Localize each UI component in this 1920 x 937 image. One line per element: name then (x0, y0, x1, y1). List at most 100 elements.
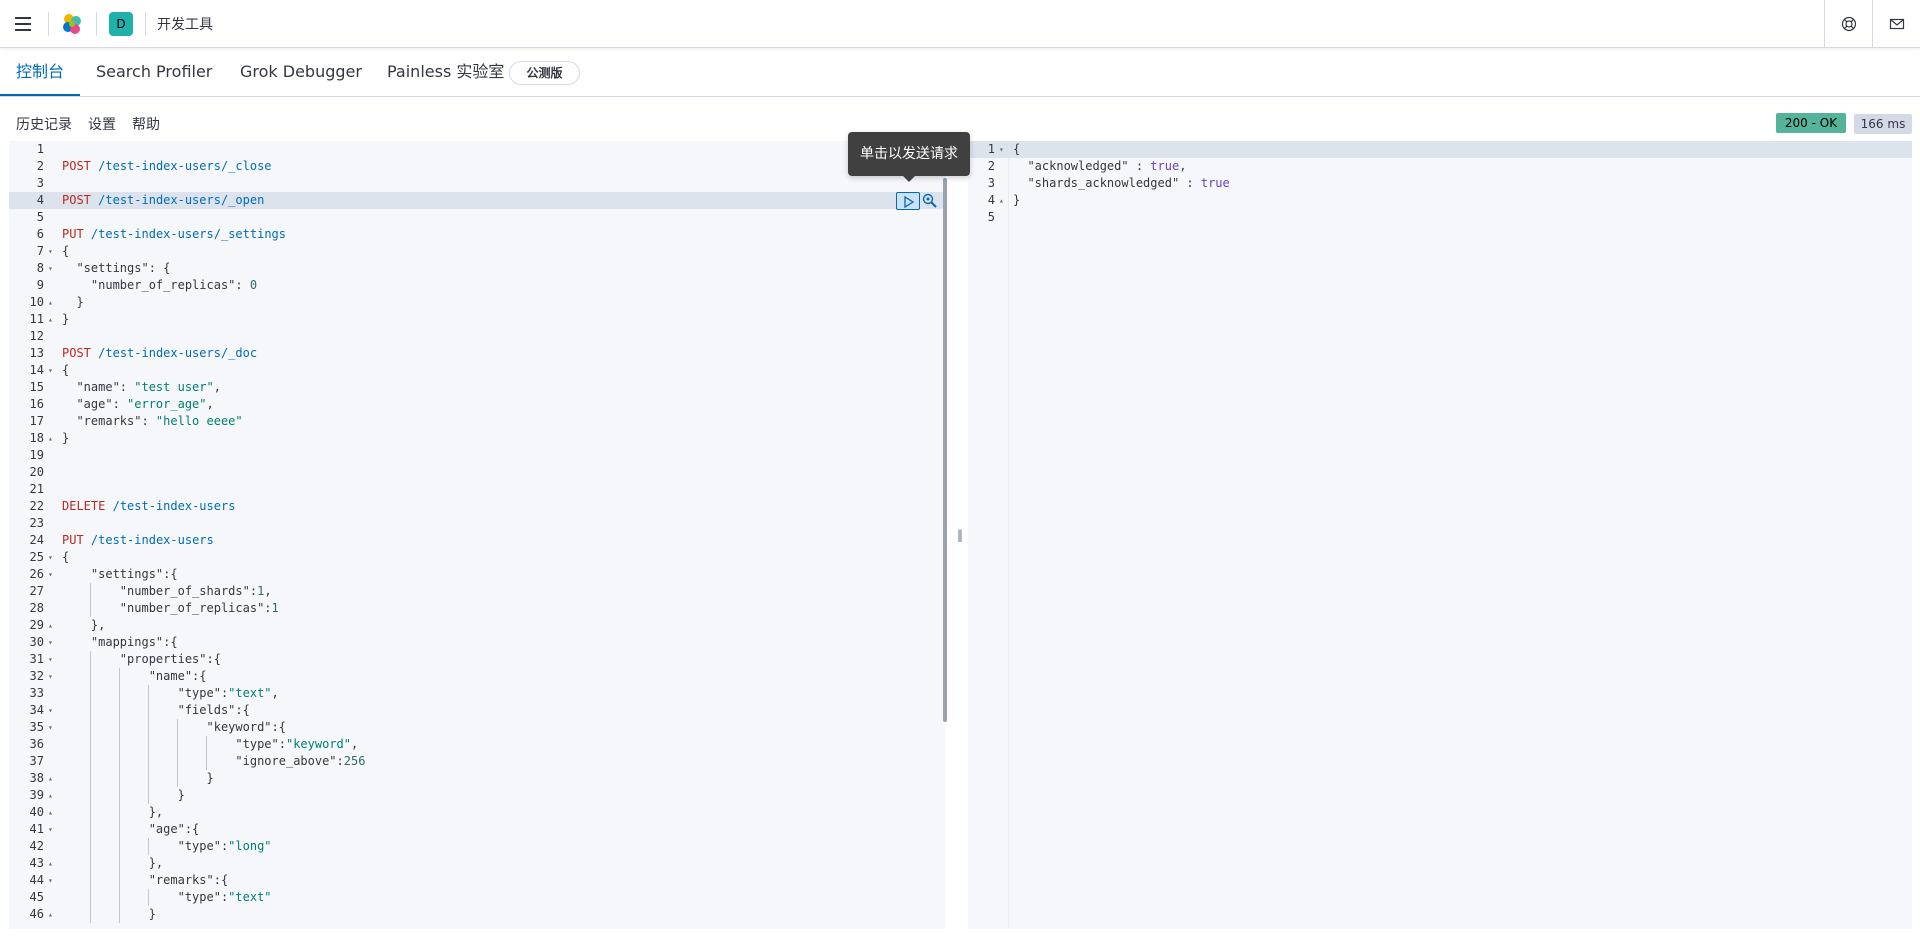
code-text: } (62, 295, 84, 309)
request-editor-line: 45 "type":"text" (9, 889, 945, 906)
news-button[interactable] (1872, 0, 1920, 48)
history-link[interactable]: 历史记录 (16, 114, 72, 134)
fold-open-icon[interactable]: ▾ (48, 243, 53, 260)
fold-close-icon[interactable]: ▴ (999, 192, 1004, 209)
indent-guide (119, 855, 120, 872)
request-editor-line: 37 "ignore_above":256 (9, 753, 945, 770)
fold-close-icon[interactable]: ▴ (48, 617, 53, 634)
panel-resizer[interactable]: ‖ (955, 141, 965, 929)
request-editor-line: 3 (9, 175, 945, 192)
request-editor[interactable]: 1 2 POST /test-index-users/_close 3 4 POST /t… (9, 141, 945, 929)
fold-open-icon[interactable]: ▾ (48, 872, 53, 889)
request-editor-line: 5 (9, 209, 945, 226)
line-number: 28 (29, 601, 44, 615)
indent-guide (148, 702, 149, 719)
line-number: 43 (29, 856, 44, 870)
settings-link[interactable]: 设置 (88, 114, 116, 134)
fold-close-icon[interactable]: ▴ (48, 804, 53, 821)
fold-open-icon[interactable]: ▾ (48, 634, 53, 651)
request-editor-line: 18 ▴} (9, 430, 945, 447)
fold-open-icon[interactable]: ▾ (999, 141, 1004, 158)
tab-painless-lab[interactable]: Painless 实验室 (387, 49, 504, 96)
line-number: 39 (29, 788, 44, 802)
fold-open-icon[interactable]: ▾ (48, 719, 53, 736)
code-text: POST /test-index-users/_open (62, 193, 265, 207)
menu-icon[interactable] (12, 12, 36, 36)
request-editor-line: 6 PUT /test-index-users/_settings (9, 226, 945, 243)
code-text: "type":"long" (62, 839, 272, 853)
indent-guide (177, 719, 178, 736)
request-editor-line: 1 (9, 141, 945, 158)
request-editor-line: 29 ▴ }, (9, 617, 945, 634)
indent-guide (90, 651, 91, 668)
fold-open-icon[interactable]: ▾ (48, 702, 53, 719)
request-editor-line: 10 ▴ } (9, 294, 945, 311)
line-number: 44 (29, 873, 44, 887)
request-editor-line: 36 "type":"keyword", (9, 736, 945, 753)
fold-close-icon[interactable]: ▴ (48, 294, 53, 311)
line-number: 41 (29, 822, 44, 836)
line-number: 33 (29, 686, 44, 700)
code-text: } (62, 907, 156, 921)
request-editor-line: 4 POST /test-index-users/_open (9, 192, 945, 209)
line-number: 23 (29, 516, 44, 530)
fold-close-icon[interactable]: ▴ (48, 787, 53, 804)
indent-guide (90, 787, 91, 804)
fold-open-icon[interactable]: ▾ (48, 566, 53, 583)
fold-open-icon[interactable]: ▾ (48, 362, 53, 379)
indent-guide (90, 668, 91, 685)
code-text: { (62, 244, 70, 258)
request-editor-line: 24 PUT /test-index-users (9, 532, 945, 549)
fold-close-icon[interactable]: ▴ (48, 906, 53, 923)
line-number: 2 (987, 159, 995, 173)
request-editor-line: 43 ▴ }, (9, 855, 945, 872)
indent-guide (119, 719, 120, 736)
line-number: 38 (29, 771, 44, 785)
fold-open-icon[interactable]: ▾ (48, 549, 53, 566)
request-editor-line: 16 "age": "error_age", (9, 396, 945, 413)
code-text: PUT /test-index-users (62, 533, 214, 547)
indent-guide (148, 770, 149, 787)
fold-open-icon[interactable]: ▾ (48, 668, 53, 685)
fold-close-icon[interactable]: ▴ (48, 770, 53, 787)
fold-close-icon[interactable]: ▴ (48, 855, 53, 872)
help-link[interactable]: 帮助 (132, 114, 160, 134)
indent-guide (148, 719, 149, 736)
help-button[interactable] (1824, 0, 1872, 48)
fold-open-icon[interactable]: ▾ (48, 651, 53, 668)
editor-scrollbar[interactable] (943, 178, 947, 722)
request-editor-line: 27 "number_of_shards":1, (9, 583, 945, 600)
response-editor-line: 2 "acknowledged" : true, (968, 158, 1912, 175)
code-text: "acknowledged" : true, (1013, 159, 1187, 173)
tab-console[interactable]: 控制台 (0, 49, 80, 96)
indent-guide (90, 889, 91, 906)
fold-open-icon[interactable]: ▾ (48, 260, 53, 277)
fold-open-icon[interactable]: ▾ (48, 821, 53, 838)
indent-guide (148, 787, 149, 804)
request-editor-line: 14 ▾ { (9, 362, 945, 379)
request-actions-button[interactable] (921, 192, 939, 210)
mail-icon (1889, 18, 1905, 30)
tab-grok-debugger[interactable]: Grok Debugger (240, 49, 362, 96)
indent-guide (119, 736, 120, 753)
request-editor-line: 41 ▾ "age":{ (9, 821, 945, 838)
request-editor-line: 11 ▴} (9, 311, 945, 328)
indent-guide (90, 855, 91, 872)
indent-guide (90, 906, 91, 923)
request-editor-line: 22 DELETE /test-index-users (9, 498, 945, 515)
send-request-button[interactable] (896, 192, 920, 210)
indent-guide (90, 736, 91, 753)
elastic-logo-icon[interactable] (60, 12, 84, 36)
code-text: } (62, 771, 214, 785)
line-number: 36 (29, 737, 44, 751)
request-editor-line: 25 ▾ { (9, 549, 945, 566)
fold-close-icon[interactable]: ▴ (48, 430, 53, 447)
line-number: 31 (29, 652, 44, 666)
tab-search-profiler[interactable]: Search Profiler (96, 49, 212, 96)
indent-guide (119, 821, 120, 838)
request-editor-line: 26 ▾ "settings":{ (9, 566, 945, 583)
indent-guide (90, 583, 91, 600)
fold-close-icon[interactable]: ▴ (48, 311, 53, 328)
dev-tools-tabs: 控制台 Search Profiler Grok Debugger Painle… (0, 49, 1920, 97)
space-avatar[interactable]: D (109, 12, 133, 36)
